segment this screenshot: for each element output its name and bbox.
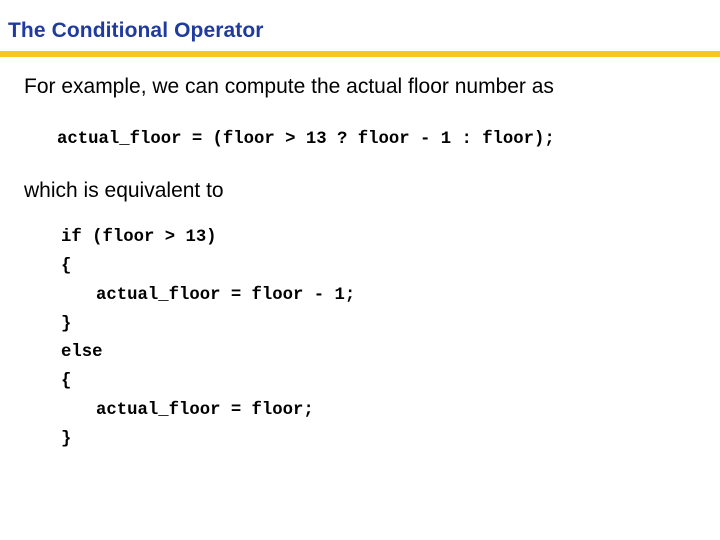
- code-line-close-brace: }: [61, 315, 72, 334]
- equivalence-text: which is equivalent to: [24, 179, 224, 202]
- code-line-close-brace-else: }: [61, 430, 72, 449]
- code-line-else: else: [61, 343, 103, 362]
- code-line-then-assign: actual_floor = floor - 1;: [96, 286, 356, 305]
- slide-title: The Conditional Operator: [8, 19, 264, 42]
- title-underline-rule: [0, 51, 720, 57]
- ternary-code-line: actual_floor = (floor > 13 ? floor - 1 :…: [57, 130, 555, 149]
- code-line-open-brace: {: [61, 257, 72, 276]
- intro-text: For example, we can compute the actual f…: [24, 75, 554, 98]
- code-line-if: if (floor > 13): [61, 228, 217, 247]
- code-line-open-brace-else: {: [61, 372, 72, 391]
- code-line-else-assign: actual_floor = floor;: [96, 401, 314, 420]
